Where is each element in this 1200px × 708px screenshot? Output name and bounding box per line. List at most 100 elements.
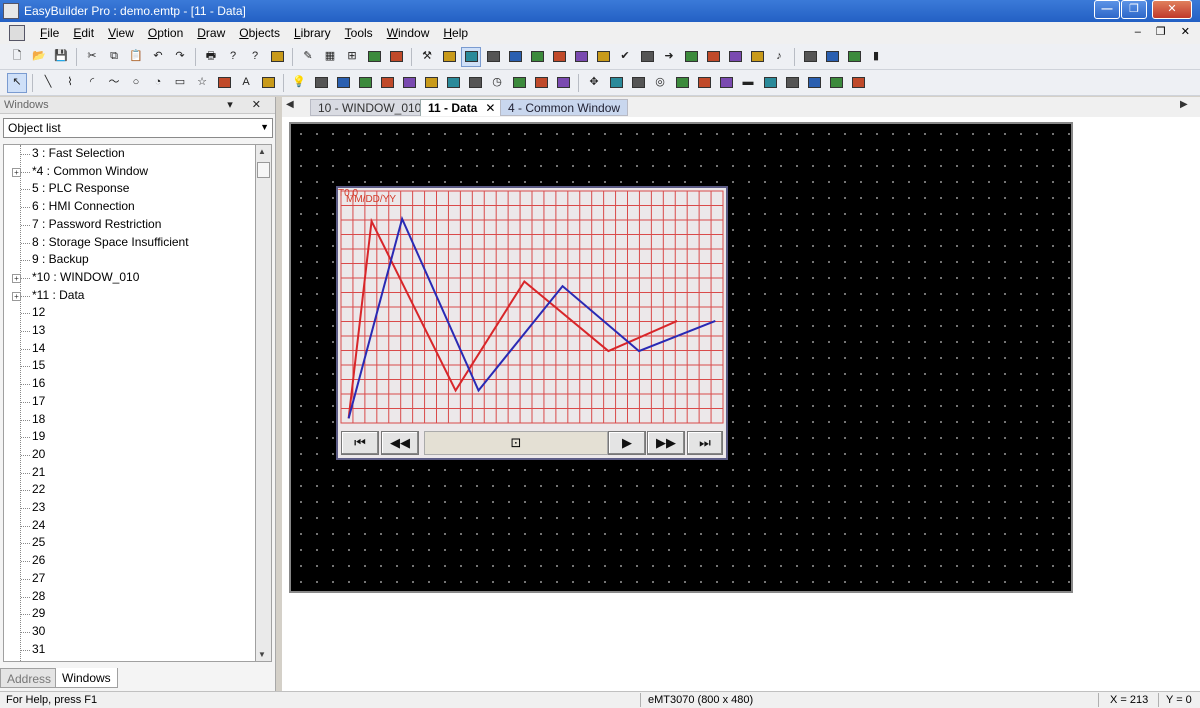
trend-icon[interactable]	[461, 46, 481, 67]
menu-library[interactable]: Library	[287, 26, 338, 40]
calendar-icon[interactable]	[607, 74, 625, 92]
menu-objects[interactable]: Objects	[232, 26, 287, 40]
tree-item[interactable]: 23	[4, 500, 254, 517]
rectangle-icon[interactable]: ▭	[171, 74, 189, 92]
tab-data[interactable]: 11 - Data ✕	[420, 99, 504, 116]
star-icon[interactable]: ☆	[193, 74, 211, 92]
clock-icon[interactable]: ◷	[488, 74, 506, 92]
clear-icon[interactable]	[510, 74, 528, 92]
lamp-icon[interactable]: 💡	[290, 74, 308, 92]
tree-item[interactable]: 12	[4, 305, 254, 322]
arrow-icon[interactable]: ➜	[660, 48, 678, 66]
export-icon[interactable]	[827, 74, 845, 92]
tree-item[interactable]: 6 : HMI Connection	[4, 199, 254, 216]
data-icon[interactable]	[440, 48, 458, 66]
input-icon[interactable]	[356, 74, 374, 92]
edit2-icon[interactable]	[845, 48, 863, 66]
tree-item[interactable]: 16	[4, 376, 254, 393]
menu-draw[interactable]: Draw	[190, 26, 232, 40]
tree-scrollbar[interactable]: ▲ ▼	[255, 144, 272, 662]
nav-last-button[interactable]: ⏭	[687, 431, 723, 455]
expand-icon[interactable]: +	[12, 273, 21, 283]
menu-view[interactable]: View	[101, 26, 141, 40]
trend-display-object[interactable]: T0:0 MM/DD/YY ⏮ ◀◀ ⊡ ▶ ▶▶ ⏭	[336, 186, 728, 460]
tree-item[interactable]: 28	[4, 589, 254, 606]
pen-icon[interactable]: ✎	[299, 48, 317, 66]
tab-address[interactable]: Address	[0, 668, 59, 688]
tree-item[interactable]: 5 : PLC Response	[4, 181, 254, 198]
line-icon[interactable]: ╲	[39, 74, 57, 92]
stack-icon[interactable]	[726, 48, 744, 66]
tree-item[interactable]: 20	[4, 447, 254, 464]
list-icon[interactable]	[550, 48, 568, 66]
button-icon[interactable]	[312, 74, 330, 92]
slider-icon[interactable]	[400, 74, 418, 92]
tree-item[interactable]: + *11 : Data	[4, 288, 254, 305]
minimize-button[interactable]: —	[1094, 0, 1120, 19]
target-icon[interactable]: ◎	[651, 74, 669, 92]
toggle-icon[interactable]	[594, 48, 612, 66]
select-icon[interactable]: ↖	[7, 72, 27, 93]
data-table-icon[interactable]	[717, 74, 735, 92]
expand-icon[interactable]: +	[12, 167, 21, 177]
tank-icon[interactable]	[638, 48, 656, 66]
image-icon[interactable]	[259, 74, 277, 92]
menu-file[interactable]: File	[33, 26, 66, 40]
tab-scroll-left-icon[interactable]: ◀	[286, 99, 294, 110]
scroll-thumb[interactable]	[257, 162, 270, 178]
tools-icon[interactable]: ⚒	[418, 48, 436, 66]
mdi-controls[interactable]: – ❐ ✕	[1135, 25, 1196, 38]
message-icon[interactable]	[761, 74, 779, 92]
grid-icon[interactable]: ▦	[321, 48, 339, 66]
tree-item[interactable]: 27	[4, 571, 254, 588]
music-icon[interactable]: ♪	[770, 48, 788, 66]
mail-icon[interactable]	[805, 74, 823, 92]
redo-icon[interactable]: ↷	[171, 48, 189, 66]
move-icon[interactable]: ✥	[585, 74, 603, 92]
form-icon[interactable]	[783, 74, 801, 92]
tree-item[interactable]: + *10 : WINDOW_010	[4, 270, 254, 287]
gauge-icon[interactable]	[378, 74, 396, 92]
tree-item[interactable]: 14	[4, 341, 254, 358]
cut-icon[interactable]: ✂	[83, 48, 101, 66]
tree-item[interactable]: 29	[4, 606, 254, 623]
nav-slider-button[interactable]: ⊡	[424, 431, 608, 455]
recipe-icon[interactable]	[532, 74, 550, 92]
stop-icon[interactable]: ▬	[739, 74, 757, 92]
3d-icon[interactable]	[506, 48, 524, 66]
tree-item[interactable]: 22	[4, 482, 254, 499]
numeric-icon[interactable]	[334, 74, 352, 92]
overlay-icon[interactable]	[387, 48, 405, 66]
bitmap-icon[interactable]	[215, 74, 233, 92]
bars-icon[interactable]: ▮	[867, 48, 885, 66]
tree-item[interactable]: 17	[4, 394, 254, 411]
tree-item[interactable]: 18	[4, 412, 254, 429]
dial-icon[interactable]	[466, 74, 484, 92]
chart2-icon[interactable]	[695, 74, 713, 92]
chat-icon[interactable]	[823, 48, 841, 66]
print-icon[interactable]: 🖶	[202, 48, 220, 66]
nav-prev-button[interactable]: ◀◀	[381, 431, 419, 455]
maximize-button[interactable]: ❐	[1121, 0, 1147, 19]
object-list-select[interactable]: Object list ▼	[3, 118, 273, 138]
grid2-icon[interactable]	[673, 74, 691, 92]
undo-icon[interactable]: ↶	[149, 48, 167, 66]
tree-item[interactable]: + *4 : Common Window	[4, 164, 254, 181]
meter-icon[interactable]	[422, 74, 440, 92]
edit-icon[interactable]	[528, 48, 546, 66]
tree-item[interactable]: 15	[4, 358, 254, 375]
chart-icon[interactable]	[801, 48, 819, 66]
tab-windows[interactable]: Windows	[55, 668, 118, 688]
scroll-up-icon[interactable]: ▲	[258, 147, 266, 156]
tree-item[interactable]: 7 : Password Restriction	[4, 217, 254, 234]
menu-option[interactable]: Option	[141, 26, 190, 40]
menu-help[interactable]: Help	[436, 26, 475, 40]
window-icon[interactable]	[365, 48, 383, 66]
open-icon[interactable]: 📂	[30, 48, 48, 66]
flag-icon[interactable]	[704, 48, 722, 66]
check-icon[interactable]: ✔	[616, 48, 634, 66]
settings-icon[interactable]	[849, 74, 867, 92]
library-icon[interactable]	[268, 48, 286, 66]
box-icon[interactable]	[682, 48, 700, 66]
close-tab-icon[interactable]: ✕	[485, 101, 495, 115]
